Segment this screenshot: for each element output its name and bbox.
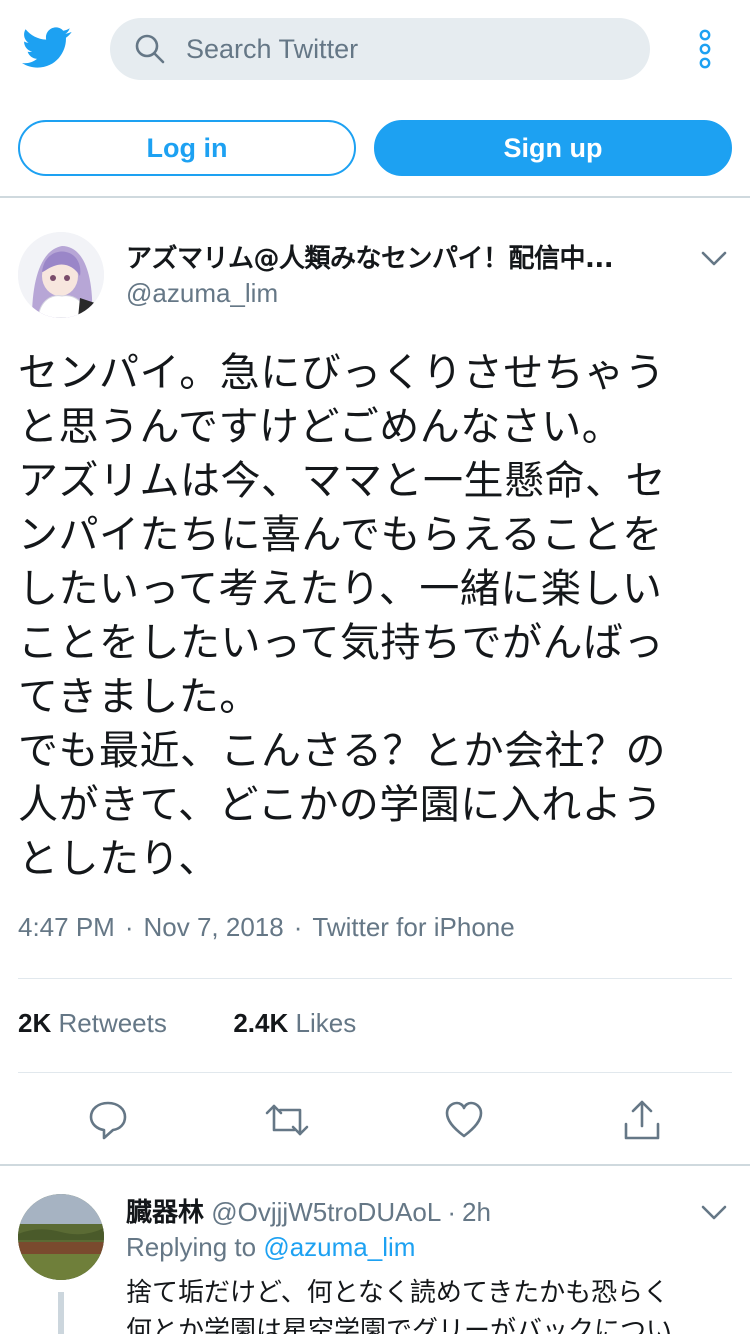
like-heart-icon[interactable]	[444, 1098, 484, 1142]
auth-buttons: Log in Sign up	[0, 120, 750, 176]
tweet-actions	[0, 1098, 750, 1144]
header-divider	[0, 196, 750, 198]
login-button[interactable]: Log in	[18, 120, 356, 176]
reply-avatar[interactable]	[18, 1194, 104, 1280]
retweets-stat[interactable]: 2K Retweets	[18, 1008, 167, 1038]
likes-count: 2.4K	[233, 1008, 289, 1038]
reply-icon[interactable]	[88, 1098, 128, 1142]
reply-header: 臓器林 @OvjjjW5troDUAoL · 2h	[126, 1192, 491, 1229]
separator-dot: ·	[293, 912, 303, 942]
replying-to: Replying to @azuma_lim	[126, 1232, 415, 1263]
replying-to-label: Replying to	[126, 1232, 257, 1262]
replying-to-mention[interactable]: @azuma_lim	[263, 1232, 415, 1262]
retweet-icon[interactable]	[264, 1098, 310, 1142]
search-input[interactable]	[186, 18, 626, 80]
divider	[18, 978, 732, 979]
tweet-stats: 2K Retweets 2.4K Likes	[18, 1008, 356, 1039]
reply-text: 捨て垢だけど、何となく読めてきたかも恐らく 何とか学園は星空学園でグリーがバック…	[126, 1274, 726, 1334]
share-icon[interactable]	[622, 1098, 662, 1142]
chevron-down-icon[interactable]	[700, 1200, 728, 1224]
search-box[interactable]	[110, 18, 650, 80]
separator-dot: ·	[447, 1197, 457, 1227]
more-vertical-icon[interactable]	[692, 28, 718, 70]
thread-line	[58, 1292, 64, 1334]
tweet-source[interactable]: Twitter for iPhone	[312, 912, 514, 942]
author-display-name[interactable]: アズマリム@人類みなセンパイ！配信中...	[126, 238, 666, 275]
divider	[18, 1072, 732, 1073]
retweets-label: Retweets	[58, 1008, 167, 1038]
likes-stat[interactable]: 2.4K Likes	[233, 1008, 356, 1038]
tweet-metadata: 4:47 PM · Nov 7, 2018 · Twitter for iPhone	[18, 912, 515, 943]
likes-label: Likes	[295, 1008, 357, 1038]
reply-time[interactable]: 2h	[462, 1197, 491, 1227]
signup-button[interactable]: Sign up	[374, 120, 732, 176]
reply-text-line: 捨て垢だけど、何となく読めてきたかも恐らく	[126, 1278, 670, 1308]
reply-display-name[interactable]: 臓器林	[126, 1198, 204, 1228]
reply-avatar-image	[18, 1194, 104, 1280]
tweet-date[interactable]: Nov 7, 2018	[144, 912, 284, 942]
retweets-count: 2K	[18, 1008, 52, 1038]
author-handle[interactable]: @azuma_lim	[126, 278, 278, 309]
reply-handle[interactable]: @OvjjjW5troDUAoL	[211, 1197, 441, 1227]
search-icon	[135, 34, 165, 64]
chevron-down-icon[interactable]	[700, 246, 728, 270]
reply-text-line: 何とか学園は星空学園でグリーがバックについ	[126, 1316, 673, 1334]
tweet-divider	[0, 1164, 750, 1166]
separator-dot: ·	[124, 912, 134, 942]
avatar[interactable]	[18, 232, 104, 318]
tweet-time[interactable]: 4:47 PM	[18, 912, 115, 942]
twitter-bird-icon[interactable]	[22, 26, 72, 70]
tweet-text: センパイ。急にびっくりさせちゃう と思うんですけどごめんなさい。 アズリムは今、…	[18, 350, 666, 882]
top-bar	[0, 0, 750, 98]
avatar-image	[18, 232, 104, 318]
